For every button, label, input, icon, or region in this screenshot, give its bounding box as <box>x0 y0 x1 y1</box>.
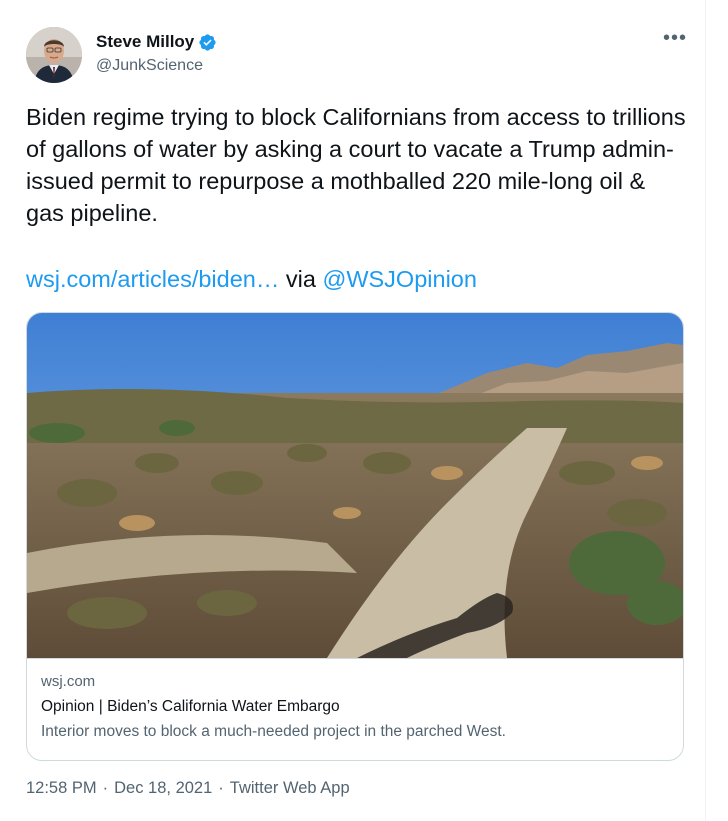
verified-badge-icon <box>198 33 217 52</box>
tweet-text: Biden regime trying to block Californian… <box>26 104 686 226</box>
meta-separator-2: · <box>218 779 224 797</box>
article-link[interactable]: wsj.com/articles/biden… <box>26 266 279 292</box>
card-body: wsj.com Opinion | Biden’s California Wat… <box>27 658 683 755</box>
card-image <box>27 313 683 658</box>
tweet: Steve Milloy @JunkScience ••• Biden regi… <box>0 0 706 821</box>
source-app-link[interactable]: Twitter Web App <box>230 779 350 798</box>
mention-link[interactable]: @WSJOpinion <box>322 266 476 292</box>
more-options-icon[interactable]: ••• <box>663 28 687 48</box>
tweet-meta: 12:58 PM · Dec 18, 2021 · Twitter Web Ap… <box>26 779 350 798</box>
via-text: via <box>285 266 316 292</box>
tweet-time[interactable]: 12:58 PM <box>26 779 97 798</box>
tweet-link-line: wsj.com/articles/biden… via @WSJOpinion <box>26 263 686 295</box>
author-display-name[interactable]: Steve Milloy <box>96 32 194 52</box>
avatar-photo <box>26 27 82 83</box>
card-domain: wsj.com <box>41 673 96 690</box>
avatar[interactable] <box>26 27 82 83</box>
card-description: Interior moves to block a much-needed pr… <box>41 723 506 740</box>
meta-separator: · <box>102 779 109 797</box>
link-preview-card[interactable]: wsj.com Opinion | Biden’s California Wat… <box>26 312 684 761</box>
author-name-row[interactable]: Steve Milloy <box>96 32 217 52</box>
author-handle[interactable]: @JunkScience <box>96 57 203 75</box>
card-title: Opinion | Biden’s California Water Embar… <box>41 698 340 715</box>
tweet-date[interactable]: Dec 18, 2021 <box>114 779 212 798</box>
